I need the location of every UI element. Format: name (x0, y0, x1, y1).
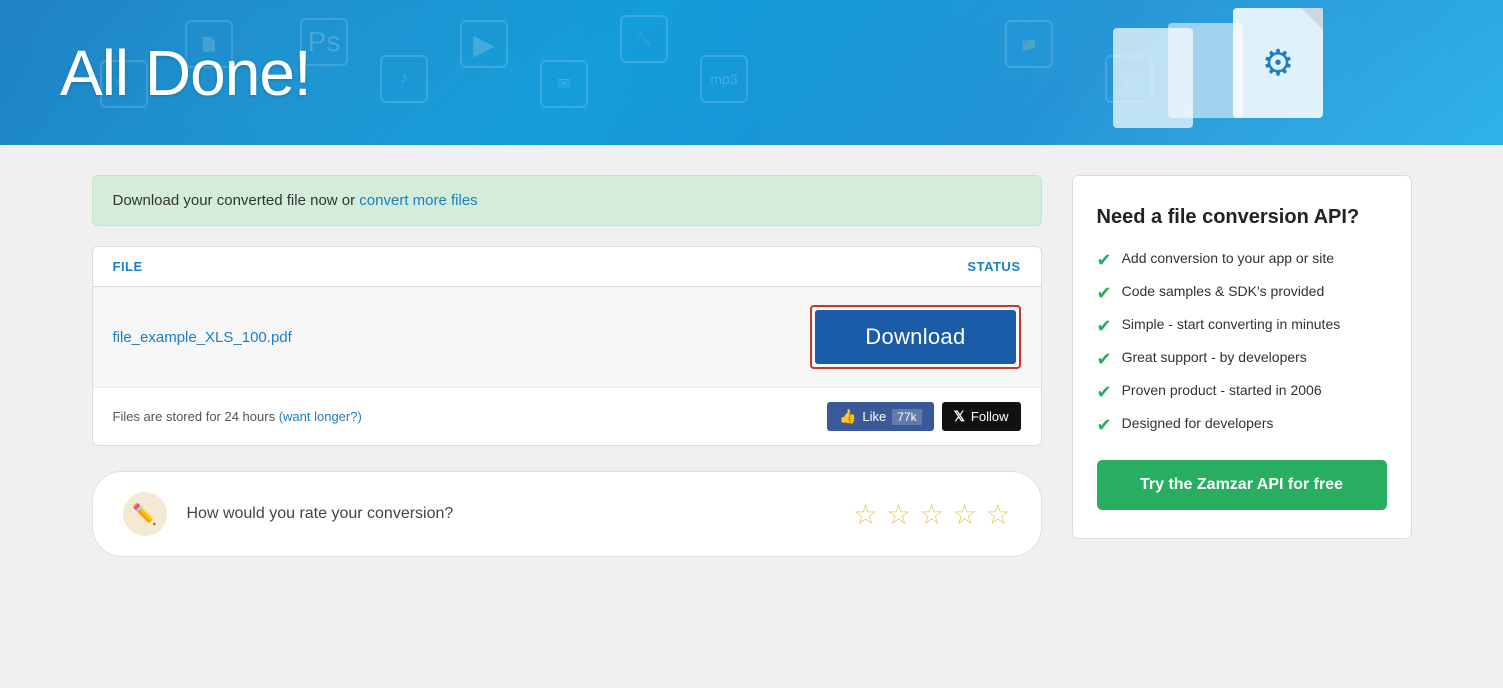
feature-item-6: ✔ Designed for developers (1097, 415, 1387, 436)
star-4[interactable]: ☆ (952, 498, 977, 531)
thumbs-up-icon: 👍 (839, 408, 856, 425)
star-rating[interactable]: ☆ ☆ ☆ ☆ ☆ (853, 498, 1011, 531)
feature-item-2: ✔ Code samples & SDK's provided (1097, 283, 1387, 304)
check-icon-5: ✔ (1097, 382, 1112, 403)
table-header: FILE STATUS (93, 247, 1041, 287)
check-icon-3: ✔ (1097, 316, 1112, 337)
api-card-title: Need a file conversion API? (1097, 204, 1387, 230)
check-icon-1: ✔ (1097, 250, 1112, 271)
star-5[interactable]: ☆ (985, 498, 1010, 531)
banner-icon-mail: ✉ (540, 60, 588, 108)
table-footer: Files are stored for 24 hours (want long… (93, 388, 1041, 445)
social-buttons: 👍 Like 77k 𝕏 Follow (827, 402, 1021, 431)
banner-icon-wrench: 🔧 (620, 15, 668, 63)
convert-more-link[interactable]: convert more files (359, 192, 477, 209)
pencil-icon-wrapper: ✏️ (123, 492, 167, 536)
gear-icon: ⚙ (1262, 42, 1294, 84)
feature-list: ✔ Add conversion to your app or site ✔ C… (1097, 250, 1387, 436)
check-icon-2: ✔ (1097, 283, 1112, 304)
file-table: FILE STATUS file_example_XLS_100.pdf Dow… (92, 246, 1042, 446)
page-title: All Done! (60, 36, 311, 110)
file-name-link[interactable]: file_example_XLS_100.pdf (113, 329, 292, 346)
feature-text-3: Simple - start converting in minutes (1122, 316, 1341, 332)
star-3[interactable]: ☆ (919, 498, 944, 531)
x-follow-button[interactable]: 𝕏 Follow (942, 402, 1021, 431)
main-content: Download your converted file now or conv… (52, 145, 1452, 587)
pencil-icon: ✏️ (132, 502, 157, 527)
success-banner: Download your converted file now or conv… (92, 175, 1042, 226)
rating-section: ✏️ How would you rate your conversion? ☆… (92, 471, 1042, 557)
feature-text-6: Designed for developers (1122, 415, 1274, 431)
table-row: file_example_XLS_100.pdf Download (93, 287, 1041, 388)
star-1[interactable]: ☆ (853, 498, 878, 531)
storage-info: Files are stored for 24 hours (want long… (113, 409, 362, 424)
col-file-label: FILE (113, 259, 143, 274)
follow-label: Follow (971, 409, 1009, 424)
facebook-like-label: Like (862, 409, 886, 424)
download-button[interactable]: Download (815, 310, 1015, 364)
banner-icon-music: ♪ (380, 55, 428, 103)
facebook-like-button[interactable]: 👍 Like 77k (827, 402, 934, 431)
api-card: Need a file conversion API? ✔ Add conver… (1072, 175, 1412, 539)
file-icon-front: ⚙ (1233, 8, 1323, 118)
success-text: Download your converted file now or (113, 192, 360, 209)
try-api-button[interactable]: Try the Zamzar API for free (1097, 460, 1387, 510)
col-status-label: STATUS (967, 259, 1020, 274)
star-2[interactable]: ☆ (886, 498, 911, 531)
feature-item-1: ✔ Add conversion to your app or site (1097, 250, 1387, 271)
storage-text: Files are stored for 24 hours (113, 409, 279, 424)
check-icon-6: ✔ (1097, 415, 1112, 436)
feature-text-5: Proven product - started in 2006 (1122, 382, 1322, 398)
banner-icon-mp3: mp3 (700, 55, 748, 103)
want-longer-link[interactable]: (want longer?) (279, 409, 362, 424)
feature-item-4: ✔ Great support - by developers (1097, 349, 1387, 370)
header-banner: Ps ♪ ▶ ✉ 🔧 mp3 🔍 📄 📁 ⊙ All Done! ⚙ (0, 0, 1503, 145)
feature-text-2: Code samples & SDK's provided (1122, 283, 1325, 299)
check-icon-4: ✔ (1097, 349, 1112, 370)
download-btn-wrapper: Download (810, 305, 1020, 369)
feature-text-1: Add conversion to your app or site (1122, 250, 1334, 266)
feature-item-3: ✔ Simple - start converting in minutes (1097, 316, 1387, 337)
banner-icon-play: ▶ (460, 20, 508, 68)
banner-file-stack: ⚙ (1233, 8, 1323, 118)
left-panel: Download your converted file now or conv… (92, 175, 1042, 557)
facebook-count: 77k (892, 409, 921, 425)
right-panel: Need a file conversion API? ✔ Add conver… (1072, 175, 1412, 557)
feature-text-4: Great support - by developers (1122, 349, 1307, 365)
x-logo-icon: 𝕏 (954, 408, 965, 425)
feature-item-5: ✔ Proven product - started in 2006 (1097, 382, 1387, 403)
file-icon-back (1168, 23, 1243, 118)
banner-icon-folder: 📁 (1005, 20, 1053, 68)
rating-prompt: How would you rate your conversion? (187, 505, 833, 523)
